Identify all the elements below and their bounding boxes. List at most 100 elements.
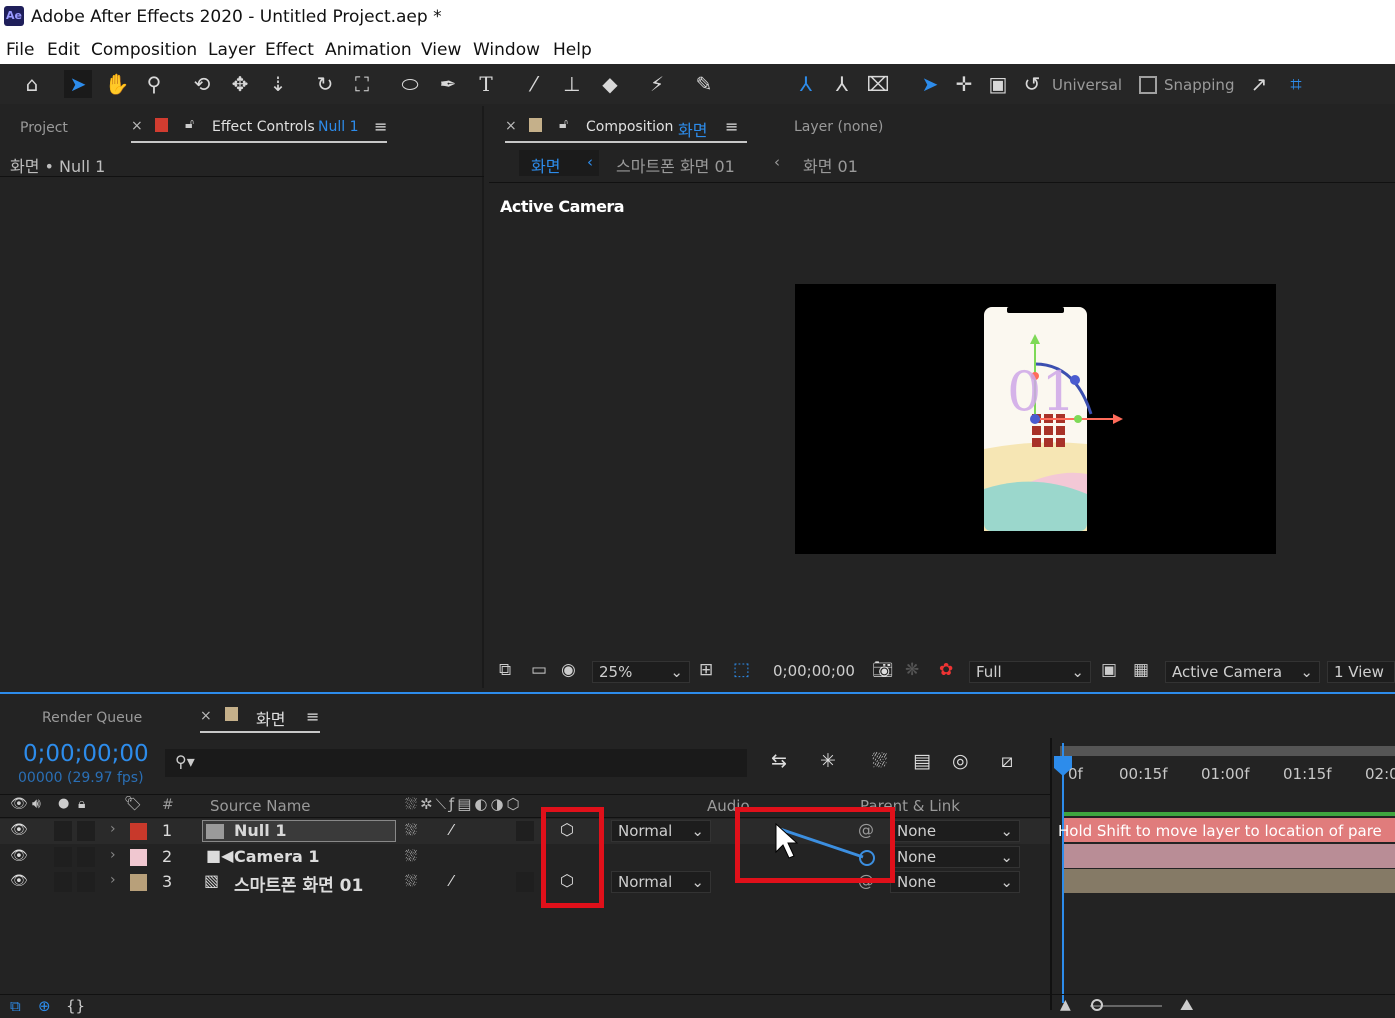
resolution-dropdown[interactable]: Full ⌄	[969, 661, 1091, 683]
hand-tool-icon[interactable]: ✋	[103, 70, 131, 98]
close-icon[interactable]: ×	[200, 708, 212, 724]
expand-arrow-icon[interactable]: ›	[110, 821, 116, 837]
panel-menu-icon[interactable]: ≡	[725, 117, 738, 136]
close-icon[interactable]: ×	[505, 118, 517, 134]
clone-stamp-tool-icon[interactable]: ⊥	[558, 70, 586, 98]
resolution-grid-icon[interactable]: ⊞	[699, 660, 713, 680]
region-of-interest-icon[interactable]: ▣	[1101, 660, 1117, 680]
eraser-tool-icon[interactable]: ◆	[596, 70, 624, 98]
selection-tool-icon[interactable]: ➤	[64, 70, 92, 98]
rotate-3d-icon[interactable]: ↺	[1018, 70, 1046, 98]
panel-menu-icon[interactable]: ≡	[374, 117, 387, 136]
tab-project[interactable]: Project	[20, 120, 68, 136]
lock-switch[interactable]	[77, 872, 95, 892]
parent-dropdown[interactable]: None ⌄	[890, 820, 1020, 842]
menu-view[interactable]: View	[421, 40, 461, 60]
zoom-in-mountain-icon[interactable]: ⛰	[1180, 995, 1193, 1015]
tab-effect-controls[interactable]: Effect Controls	[212, 119, 315, 135]
solo-switch[interactable]	[54, 847, 72, 867]
shy-switch-icon[interactable]: ⛆	[405, 821, 417, 839]
layer-bar-2[interactable]	[1064, 844, 1395, 868]
lock-icon[interactable]: 🔓︎	[185, 116, 194, 132]
mask-visibility-icon[interactable]: ◉	[561, 660, 576, 680]
move-3d-icon[interactable]: ✛	[950, 70, 978, 98]
rotation-tool-icon[interactable]: ↻	[311, 70, 339, 98]
menu-animation[interactable]: Animation	[325, 40, 412, 60]
home-icon[interactable]: ⌂	[18, 70, 46, 98]
motion-blur-icon[interactable]: ◎	[952, 750, 969, 772]
pan-camera-icon[interactable]: ✥	[226, 70, 254, 98]
work-area-bar[interactable]	[1060, 746, 1395, 756]
solo-switch[interactable]	[54, 821, 72, 841]
transfer-controls-icon[interactable]: ⊕	[38, 997, 51, 1015]
layer-search-input[interactable]: ⚲▾	[165, 749, 747, 777]
eye-icon[interactable]: 👁︎	[10, 848, 28, 864]
lock-switch[interactable]	[77, 847, 95, 867]
solo-switch[interactable]	[54, 872, 72, 892]
snapshot-camera-icon[interactable]: 📷︎	[872, 660, 894, 680]
snap-arrow-icon[interactable]: ↗	[1245, 70, 1273, 98]
dolly-camera-icon[interactable]: ⇣	[264, 70, 292, 98]
layer-switches-icon[interactable]: ⧉	[10, 997, 21, 1015]
axis-mode-label[interactable]: Universal	[1052, 76, 1122, 94]
switch-box[interactable]	[516, 821, 534, 841]
expand-arrow-icon[interactable]: ›	[110, 872, 116, 888]
timecode-display[interactable]: 0;00;00;00	[767, 661, 855, 683]
menu-window[interactable]: Window	[473, 40, 540, 60]
tab-timeline-comp[interactable]: 화면	[256, 706, 285, 730]
tab-render-queue[interactable]: Render Queue	[42, 710, 142, 726]
parent-dropdown[interactable]: None ⌄	[890, 846, 1020, 868]
in-out-icon[interactable]: {}	[66, 997, 85, 1015]
tab-layer[interactable]: Layer (none)	[794, 119, 883, 135]
shy-layers-icon[interactable]: ⛆	[872, 750, 887, 772]
zoom-out-mountain-icon[interactable]: ▲	[1060, 997, 1071, 1013]
lock-switch[interactable]	[77, 821, 95, 841]
tab-composition[interactable]: Composition	[586, 119, 673, 135]
type-tool-icon[interactable]: T	[472, 70, 500, 98]
always-preview-icon[interactable]: ⧉	[499, 660, 511, 680]
current-time-indicator[interactable]	[1062, 743, 1064, 1003]
snapping-checkbox[interactable]	[1139, 76, 1157, 94]
camera-view-dropdown[interactable]: Active Camera ⌄	[1165, 661, 1320, 683]
zoom-dropdown[interactable]: 25% ⌄	[592, 661, 690, 683]
pen-tool-icon[interactable]: ✒	[434, 70, 462, 98]
shy-switch-icon[interactable]: ⛆	[405, 847, 417, 865]
menu-layer[interactable]: Layer	[208, 40, 255, 60]
current-time-display[interactable]: 0;00;00;00	[23, 741, 149, 767]
composition-flowchart-icon[interactable]: ⇆	[771, 750, 787, 772]
color-channels-icon[interactable]: ✿	[939, 660, 953, 680]
label-color-swatch[interactable]	[130, 823, 147, 840]
panel-menu-icon[interactable]: ≡	[306, 707, 319, 726]
puppet-pin-tool-icon[interactable]: ✎	[690, 70, 718, 98]
scale-3d-icon[interactable]: ▣	[984, 70, 1012, 98]
checkerboard-icon[interactable]: ▦	[1133, 660, 1149, 680]
zoom-slider-handle[interactable]	[1091, 999, 1103, 1011]
parent-dropdown[interactable]: None ⌄	[890, 871, 1020, 893]
brush-tool-icon[interactable]: ⁄	[520, 70, 548, 98]
shy-switch-icon[interactable]: ⛆	[405, 872, 417, 890]
menu-effect[interactable]: Effect	[265, 40, 314, 60]
view-layout-dropdown[interactable]: 1 View	[1327, 661, 1395, 683]
comp-crumb-2[interactable]: 화면 01	[803, 153, 858, 177]
menu-composition[interactable]: Composition	[91, 40, 197, 60]
draft-3d-icon[interactable]: ✳	[820, 750, 836, 772]
close-icon[interactable]: ×	[131, 118, 143, 134]
label-color-swatch[interactable]	[130, 874, 147, 891]
quality-switch-icon[interactable]: ⁄	[450, 872, 453, 890]
menu-help[interactable]: Help	[553, 40, 592, 60]
graph-editor-icon[interactable]: ⧄	[1001, 750, 1013, 772]
blend-mode-dropdown[interactable]: Normal ⌄	[611, 871, 711, 893]
comp-canvas[interactable]: 01	[795, 284, 1276, 554]
eye-icon[interactable]: 👁︎	[10, 822, 28, 838]
lock-icon[interactable]: 🔓︎	[559, 116, 568, 132]
comp-crumb-1[interactable]: 스마트폰 화면 01	[616, 153, 735, 177]
show-snapshot-icon[interactable]: ❋	[905, 660, 919, 680]
local-axis-icon[interactable]: ⅄	[792, 70, 820, 98]
layer-name-field[interactable]	[202, 820, 396, 842]
snap-target-icon[interactable]: ⌗	[1282, 70, 1310, 98]
orbit-camera-icon[interactable]: ⟲	[188, 70, 216, 98]
transparency-grid-icon[interactable]: ⬚	[733, 659, 750, 680]
expand-arrow-icon[interactable]: ›	[110, 847, 116, 863]
quality-switch-icon[interactable]: ⁄	[450, 821, 453, 839]
menu-edit[interactable]: Edit	[47, 40, 80, 60]
